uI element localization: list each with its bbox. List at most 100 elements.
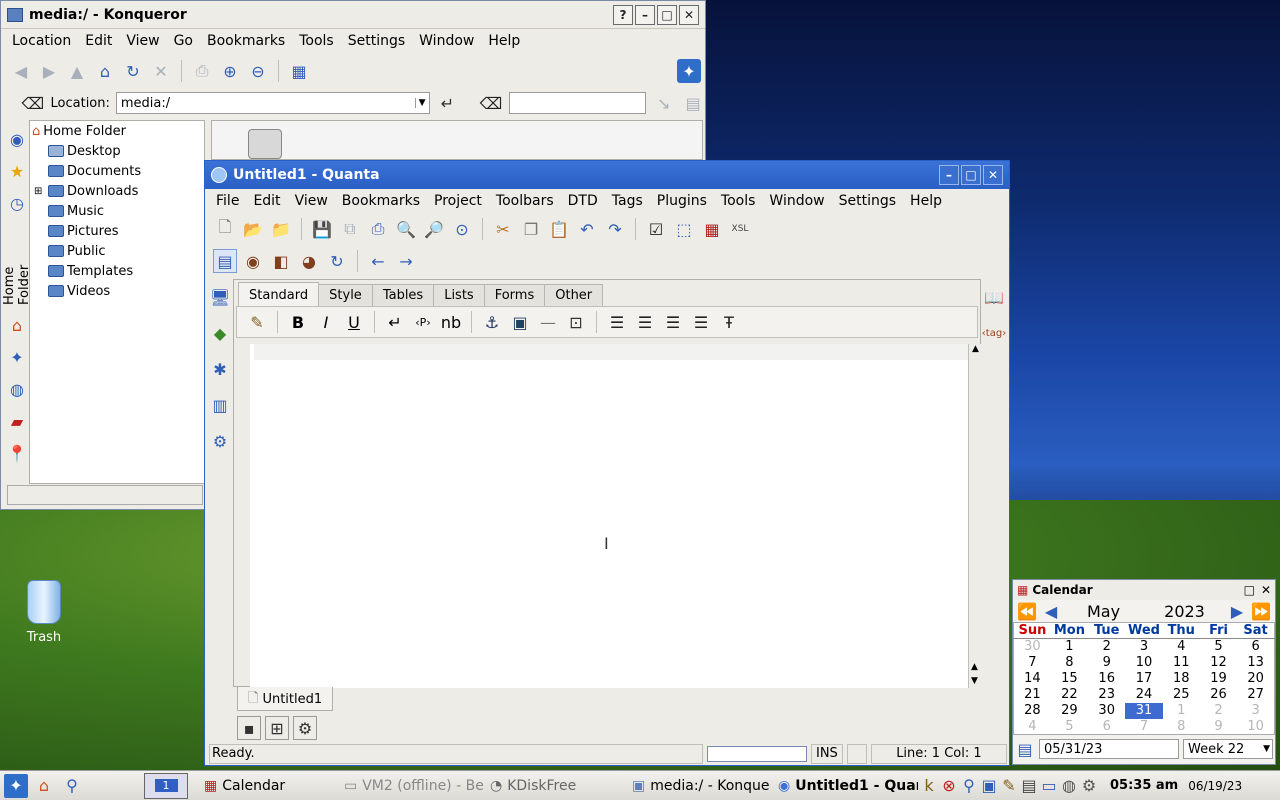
media-icon[interactable]: ✦ bbox=[5, 345, 29, 369]
vpl-view-icon[interactable]: ◧ bbox=[269, 249, 293, 273]
prev-month-icon[interactable]: ◀ bbox=[1039, 599, 1063, 623]
year-label[interactable]: 2023 bbox=[1144, 602, 1225, 621]
day-cell-selected[interactable]: 31 bbox=[1125, 702, 1163, 719]
tab-style[interactable]: Style bbox=[318, 284, 373, 306]
sidebar-tab-home-folder[interactable]: Home Folder bbox=[2, 223, 32, 305]
day-cell[interactable]: 8 bbox=[1163, 719, 1200, 735]
blocks-icon[interactable]: ▦ bbox=[700, 217, 724, 241]
italic-icon[interactable]: I bbox=[314, 310, 338, 334]
day-cell[interactable]: 7 bbox=[1125, 719, 1162, 735]
day-cell[interactable]: 7 bbox=[1014, 655, 1051, 671]
line-break-icon[interactable]: ↵ bbox=[383, 310, 407, 334]
home-launcher-icon[interactable]: ⌂ bbox=[32, 774, 56, 798]
find-icon[interactable]: 🔍 bbox=[394, 217, 418, 241]
day-cell[interactable]: 15 bbox=[1051, 671, 1088, 687]
day-cell[interactable]: 2 bbox=[1200, 703, 1237, 719]
up-icon[interactable]: ▲ bbox=[65, 59, 89, 83]
paste-icon[interactable]: 📋 bbox=[547, 217, 571, 241]
tab-standard[interactable]: Standard bbox=[238, 282, 320, 306]
redo-icon[interactable]: ↷ bbox=[603, 217, 627, 241]
tab-lists[interactable]: Lists bbox=[433, 284, 485, 306]
day-cell[interactable]: 19 bbox=[1200, 671, 1237, 687]
tab-tables[interactable]: Tables bbox=[371, 284, 435, 306]
zoom-out-icon[interactable]: ⊖ bbox=[246, 59, 270, 83]
checkbox-icon[interactable]: ☑ bbox=[644, 217, 668, 241]
maximize-button[interactable]: □ bbox=[657, 4, 677, 25]
day-cell[interactable]: 14 bbox=[1014, 671, 1051, 687]
files-tree-icon[interactable]: 🖥 bbox=[208, 285, 232, 309]
day-cell[interactable]: 10 bbox=[1125, 655, 1162, 671]
scroll-down-icon[interactable]: ▲ bbox=[971, 662, 978, 672]
comment-icon[interactable]: ⊡ bbox=[564, 310, 588, 334]
tree-item-pictures[interactable]: Pictures bbox=[32, 221, 204, 241]
menu-help[interactable]: Help bbox=[481, 33, 527, 49]
trash-desktop-icon[interactable]: Trash bbox=[14, 580, 74, 645]
tab-other[interactable]: Other bbox=[544, 284, 604, 306]
text-format-icon[interactable]: Ŧ bbox=[717, 310, 741, 334]
menu-location[interactable]: Location bbox=[5, 33, 78, 49]
go-icon[interactable]: ↵ bbox=[436, 91, 460, 115]
file-view-pane[interactable] bbox=[211, 120, 703, 160]
day-cell[interactable]: 5 bbox=[1051, 719, 1088, 735]
stop-icon[interactable]: ✕ bbox=[149, 59, 173, 83]
tab-forms[interactable]: Forms bbox=[483, 284, 546, 306]
chevron-down-icon[interactable]: ▼ bbox=[1263, 744, 1270, 754]
location-input[interactable]: media:/ ▼ bbox=[115, 92, 430, 114]
back-icon[interactable]: ◀ bbox=[9, 59, 33, 83]
problem-reporter-icon[interactable]: ⊞ bbox=[265, 716, 289, 740]
image-icon[interactable]: ▣ bbox=[508, 310, 532, 334]
undo-icon[interactable]: ↶ bbox=[575, 217, 599, 241]
tree-item-downloads[interactable]: ⊞ Downloads bbox=[32, 181, 204, 201]
search-input[interactable] bbox=[508, 92, 646, 114]
task-kdiskfree[interactable]: ◔ KDiskFree bbox=[484, 773, 626, 799]
day-cell[interactable]: 2 bbox=[1088, 639, 1125, 655]
day-cell[interactable]: 30 bbox=[1014, 639, 1051, 655]
menu-file[interactable]: File bbox=[209, 193, 246, 209]
forward-icon[interactable]: ▶ bbox=[37, 59, 61, 83]
day-cell[interactable]: 22 bbox=[1051, 687, 1088, 703]
preview-icon[interactable]: ⬚ bbox=[672, 217, 696, 241]
open-project-icon[interactable]: 📁 bbox=[269, 217, 293, 241]
terminal-icon[interactable]: ⚙ bbox=[293, 716, 317, 740]
day-cell[interactable]: 21 bbox=[1014, 687, 1051, 703]
messages-icon[interactable]: ▪ bbox=[237, 716, 261, 740]
quanta-titlebar[interactable]: Untitled1 - Quanta – □ ✕ bbox=[205, 161, 1009, 189]
find-next-icon[interactable]: 🔎 bbox=[422, 217, 446, 241]
chevron-down-icon[interactable]: ▼ bbox=[414, 98, 429, 108]
day-cell[interactable]: 18 bbox=[1163, 671, 1200, 687]
menu-bookmarks[interactable]: Bookmarks bbox=[200, 33, 292, 49]
next-year-icon[interactable]: ⏩ bbox=[1249, 599, 1273, 623]
back-icon[interactable]: ← bbox=[366, 249, 390, 273]
forward-icon[interactable]: → bbox=[394, 249, 418, 273]
task-quanta[interactable]: ◉ Untitled1 - Quan bbox=[772, 773, 918, 799]
day-cell[interactable]: 4 bbox=[1163, 639, 1200, 655]
menu-view[interactable]: View bbox=[119, 33, 166, 49]
menu-dtd[interactable]: DTD bbox=[561, 193, 605, 209]
justify-icon[interactable]: ☰ bbox=[689, 310, 713, 334]
tray-error-icon[interactable]: ⊗ bbox=[940, 774, 958, 798]
day-cell[interactable]: 5 bbox=[1200, 639, 1237, 655]
day-cell[interactable]: 13 bbox=[1237, 655, 1274, 671]
view-mode-icon[interactable]: ▦ bbox=[287, 59, 311, 83]
tree-item-music[interactable]: Music bbox=[32, 201, 204, 221]
maximize-button[interactable]: □ bbox=[961, 165, 981, 185]
editor-vertical-scrollbar[interactable]: ▲ ▲ ▼ bbox=[968, 344, 982, 688]
calendar-titlebar[interactable]: ▦ Calendar □ ✕ bbox=[1013, 580, 1275, 600]
tree-item-documents[interactable]: Documents bbox=[32, 161, 204, 181]
align-right-icon[interactable]: ☰ bbox=[661, 310, 685, 334]
scroll-down-icon-2[interactable]: ▼ bbox=[971, 676, 978, 686]
day-cell[interactable]: 3 bbox=[1125, 639, 1162, 655]
replace-icon[interactable]: ⊙ bbox=[450, 217, 474, 241]
menu-plugins[interactable]: Plugins bbox=[650, 193, 714, 209]
menu-window[interactable]: Window bbox=[412, 33, 481, 49]
tray-lock-icon[interactable]: ⚙ bbox=[1080, 774, 1098, 798]
tree-item-public[interactable]: Public bbox=[32, 241, 204, 261]
day-cell[interactable]: 20 bbox=[1237, 671, 1274, 687]
home-sidebar-icon[interactable]: ⌂ bbox=[5, 313, 29, 337]
home-icon[interactable]: ⌂ bbox=[93, 59, 117, 83]
bold-icon[interactable]: B bbox=[286, 310, 310, 334]
task-calendar[interactable]: ▦ Calendar bbox=[198, 773, 338, 799]
network-launcher-icon[interactable]: ⚲ bbox=[60, 774, 84, 798]
clock-date[interactable]: 06/19/23 bbox=[1188, 779, 1242, 793]
open-file-icon[interactable]: 📂 bbox=[241, 217, 265, 241]
